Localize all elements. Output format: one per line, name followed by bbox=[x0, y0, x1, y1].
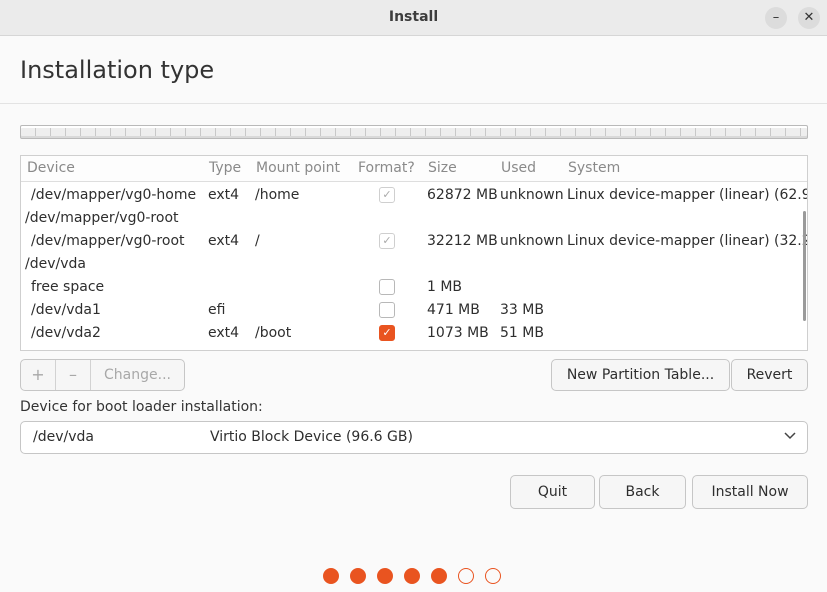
close-button[interactable]: ✕ bbox=[798, 7, 820, 29]
format-checkbox[interactable] bbox=[379, 302, 395, 318]
minimize-button[interactable]: – bbox=[765, 7, 787, 29]
format-checkbox[interactable]: ✓ bbox=[379, 325, 395, 341]
column-header-mount[interactable]: Mount point bbox=[256, 160, 340, 176]
system-cell: Linux device-mapper (linear) (32.2 GB) bbox=[567, 233, 808, 249]
remove-partition-button[interactable]: – bbox=[56, 360, 91, 390]
device-cell: /dev/mapper/vg0-root bbox=[31, 233, 185, 249]
column-header-device[interactable]: Device bbox=[27, 160, 75, 176]
device-cell: /dev/vda1 bbox=[31, 302, 101, 318]
progress-dot-completed bbox=[377, 568, 393, 584]
partition-table[interactable]: Device Type Mount point Format? Size Use… bbox=[20, 155, 808, 351]
used-cell: 33 MB bbox=[500, 302, 544, 318]
device-cell: /dev/vda bbox=[25, 256, 86, 272]
size-cell: 471 MB bbox=[427, 302, 480, 318]
add-partition-button[interactable]: + bbox=[21, 360, 56, 390]
progress-dot-pending bbox=[485, 568, 501, 584]
used-cell: 51 MB bbox=[500, 325, 544, 341]
used-cell: unknown bbox=[500, 187, 564, 203]
progress-dot-completed bbox=[323, 568, 339, 584]
partition-tools: + – Change... bbox=[20, 359, 185, 391]
table-row[interactable]: /dev/mapper/vg0-root ext4 / 32212 MB unknown… bbox=[21, 230, 807, 253]
format-checkbox[interactable]: ✓ bbox=[379, 233, 395, 249]
window-title: Install bbox=[388, 9, 439, 25]
progress-dot-completed bbox=[431, 568, 447, 584]
page-title: Installation type bbox=[20, 56, 215, 84]
chevron-down-icon bbox=[784, 432, 796, 440]
bootloader-device-description: Virtio Block Device (96.6 GB) bbox=[210, 429, 413, 445]
table-row[interactable]: /dev/vda bbox=[21, 253, 803, 276]
device-cell: /dev/vda2 bbox=[31, 325, 101, 341]
progress-dot-completed bbox=[350, 568, 366, 584]
table-row[interactable]: free space 1 MB bbox=[21, 276, 803, 299]
type-cell: efi bbox=[208, 302, 226, 318]
install-now-button[interactable]: Install Now bbox=[692, 475, 808, 509]
column-header-used[interactable]: Used bbox=[501, 160, 536, 176]
type-cell: ext4 bbox=[208, 187, 240, 203]
system-cell: Linux device-mapper (linear) (62.9 GB) bbox=[567, 187, 808, 203]
table-row[interactable]: /dev/vda1 efi 471 MB 33 MB bbox=[21, 299, 803, 322]
size-cell: 32212 MB bbox=[427, 233, 498, 249]
table-scrollbar[interactable] bbox=[803, 211, 806, 321]
disk-usage-bar bbox=[20, 125, 808, 139]
header-divider bbox=[0, 103, 827, 104]
table-row[interactable]: /dev/vda2 ext4/boot 1073 MB 51 MB ✓ bbox=[21, 322, 803, 345]
revert-button[interactable]: Revert bbox=[731, 359, 808, 391]
device-cell: free space bbox=[31, 279, 105, 295]
change-partition-button[interactable]: Change... bbox=[91, 360, 184, 390]
used-cell: unknown bbox=[500, 233, 564, 249]
progress-dot-pending bbox=[458, 568, 474, 584]
progress-dots bbox=[323, 568, 513, 586]
format-checkbox[interactable]: ✓ bbox=[379, 187, 395, 203]
table-row[interactable]: /dev/mapper/vg0-home ext4/home 62872 MB unk… bbox=[21, 184, 807, 207]
progress-dot-completed bbox=[404, 568, 420, 584]
table-row[interactable]: /dev/mapper/vg0-root bbox=[21, 207, 803, 230]
title-bar: Install – ✕ bbox=[0, 0, 827, 36]
size-cell: 1 MB bbox=[427, 279, 463, 295]
size-cell: 62872 MB bbox=[427, 187, 498, 203]
column-header-size[interactable]: Size bbox=[428, 160, 457, 176]
mount-cell: /home bbox=[255, 187, 300, 203]
column-header-system[interactable]: System bbox=[568, 160, 620, 176]
device-cell: /dev/mapper/vg0-home bbox=[31, 187, 197, 203]
format-checkbox[interactable] bbox=[379, 279, 395, 295]
bootloader-device-select[interactable]: /dev/vda Virtio Block Device (96.6 GB) bbox=[20, 421, 808, 454]
back-button[interactable]: Back bbox=[599, 475, 686, 509]
type-cell: ext4 bbox=[208, 325, 240, 341]
mount-cell: / bbox=[255, 233, 260, 249]
bootloader-device: /dev/vda bbox=[33, 429, 94, 445]
size-cell: 1073 MB bbox=[427, 325, 489, 341]
bootloader-label: Device for boot loader installation: bbox=[20, 399, 263, 415]
device-cell: /dev/mapper/vg0-root bbox=[25, 210, 179, 226]
column-header-type[interactable]: Type bbox=[209, 160, 241, 176]
column-header-format[interactable]: Format? bbox=[358, 160, 415, 176]
type-cell: ext4 bbox=[208, 233, 240, 249]
mount-cell: /boot bbox=[255, 325, 292, 341]
table-header: Device Type Mount point Format? Size Use… bbox=[21, 156, 807, 182]
new-partition-table-button[interactable]: New Partition Table... bbox=[551, 359, 730, 391]
quit-button[interactable]: Quit bbox=[510, 475, 595, 509]
